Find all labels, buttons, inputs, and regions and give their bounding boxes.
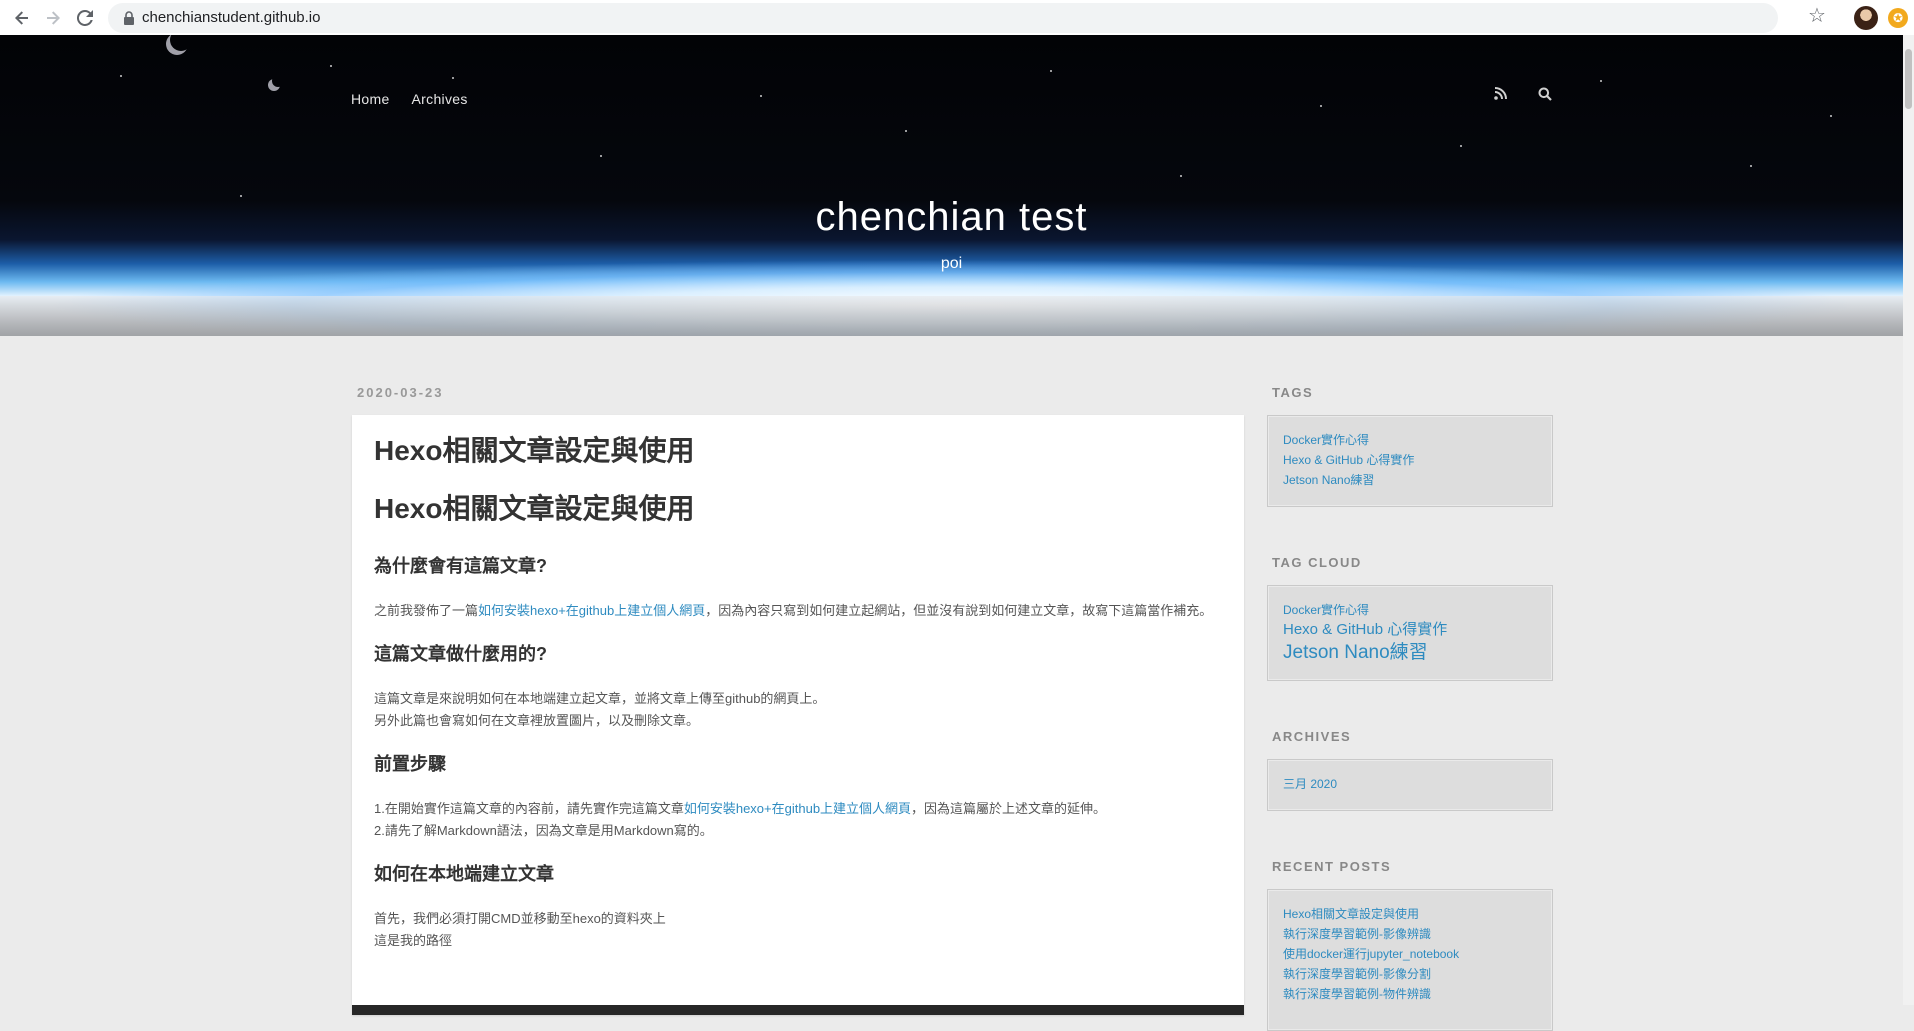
- site-header-banner: Home Archives chenchian test poi: [0, 35, 1903, 336]
- post-date[interactable]: 2020-03-23: [357, 385, 444, 400]
- section-heading: 如何在本地端建立文章: [374, 863, 554, 884]
- moon-decoration: [170, 35, 192, 51]
- scrollbar-thumb[interactable]: [1905, 49, 1912, 109]
- section-paragraph: 1.在開始實作這篇文章的內容前，請先實作完這篇文章如何安裝hexo+在githu…: [374, 800, 1107, 838]
- recent-post-link[interactable]: 執行深度學習範例-影像分割: [1283, 964, 1537, 984]
- recent-post-link[interactable]: 使用docker運行jupyter_notebook: [1283, 944, 1537, 964]
- browser-toolbar: chenchianstudent.github.io ☆ ✪: [0, 0, 1914, 36]
- nav-archives-link[interactable]: Archives: [412, 91, 468, 107]
- tag-cloud-widget: Docker實作心得 Hexo & GitHub 心得實作 Jetson Nan…: [1267, 585, 1553, 681]
- tag-cloud-link[interactable]: Jetson Nano練習: [1283, 640, 1537, 665]
- recent-post-link[interactable]: Hexo相關文章設定與使用: [1283, 904, 1537, 924]
- recent-post-link[interactable]: 執行深度學習範例-物件辨識: [1283, 984, 1537, 1004]
- bookmark-star-icon[interactable]: ☆: [1808, 3, 1826, 28]
- moon-decoration: [272, 75, 284, 87]
- section-heading: 前置步驟: [374, 753, 446, 774]
- post-heading: Hexo相關文章設定與使用: [374, 493, 695, 525]
- reload-icon[interactable]: [71, 4, 99, 32]
- tags-widget-title: TAGS: [1272, 385, 1314, 400]
- url-text[interactable]: chenchianstudent.github.io: [142, 9, 320, 26]
- tags-widget: Docker實作心得 Hexo & GitHub 心得實作 Jetson Nan…: [1267, 415, 1553, 507]
- post-title[interactable]: Hexo相關文章設定與使用: [374, 433, 1224, 469]
- archives-widget: 三月 2020: [1267, 759, 1553, 811]
- search-icon[interactable]: [1538, 87, 1552, 104]
- page-scrollbar[interactable]: [1903, 35, 1914, 1005]
- post-article: Hexo相關文章設定與使用 Hexo相關文章設定與使用 為什麼會有這篇文章? 之…: [352, 415, 1244, 1015]
- rss-icon[interactable]: [1494, 87, 1507, 103]
- site-nav: Home Archives: [351, 91, 468, 107]
- tag-cloud-link[interactable]: Docker實作心得: [1283, 602, 1537, 619]
- archive-link[interactable]: 三月 2020: [1283, 774, 1537, 794]
- tag-link[interactable]: Docker實作心得: [1283, 430, 1537, 450]
- lock-icon: [124, 11, 134, 25]
- section-heading: 為什麼會有這篇文章?: [374, 555, 547, 576]
- inline-link[interactable]: 如何安裝hexo+在github上建立個人網頁: [684, 801, 911, 816]
- site-title[interactable]: chenchian test: [0, 195, 1903, 240]
- profile-avatar[interactable]: [1854, 6, 1878, 30]
- section-paragraph: 之前我發佈了一篇如何安裝hexo+在github上建立個人網頁，因為內容只寫到如…: [374, 602, 1213, 618]
- section-heading: 這篇文章做什麼用的?: [374, 643, 547, 664]
- site-subtitle: poi: [940, 255, 963, 272]
- address-bar[interactable]: chenchianstudent.github.io: [108, 3, 1778, 33]
- tag-cloud-widget-title: TAG CLOUD: [1272, 555, 1362, 570]
- tag-cloud-link[interactable]: Hexo & GitHub 心得實作: [1283, 619, 1537, 640]
- section-paragraph: 首先，我們必須打開CMD並移動至hexo的資料夾上 這是我的路徑: [374, 910, 666, 948]
- forward-arrow-icon[interactable]: [39, 4, 67, 32]
- tag-link[interactable]: Hexo & GitHub 心得實作: [1283, 450, 1537, 470]
- back-arrow-icon[interactable]: [8, 4, 36, 32]
- archives-widget-title: ARCHIVES: [1272, 729, 1352, 744]
- inline-link[interactable]: 如何安裝hexo+在github上建立個人網頁: [478, 603, 705, 618]
- recent-post-link[interactable]: 執行深度學習範例-影像辨識: [1283, 924, 1537, 944]
- recent-posts-widget: Hexo相關文章設定與使用 執行深度學習範例-影像辨識 使用docker運行ju…: [1267, 889, 1553, 1031]
- extension-icon[interactable]: ✪: [1888, 8, 1908, 28]
- section-paragraph: 這篇文章是來說明如何在本地端建立起文章，並將文章上傳至github的網頁上。 另…: [374, 690, 826, 728]
- tag-link[interactable]: Jetson Nano練習: [1283, 470, 1537, 490]
- code-block: [352, 1005, 1244, 1015]
- nav-home-link[interactable]: Home: [351, 91, 390, 107]
- recent-posts-widget-title: RECENT POSTS: [1272, 859, 1392, 874]
